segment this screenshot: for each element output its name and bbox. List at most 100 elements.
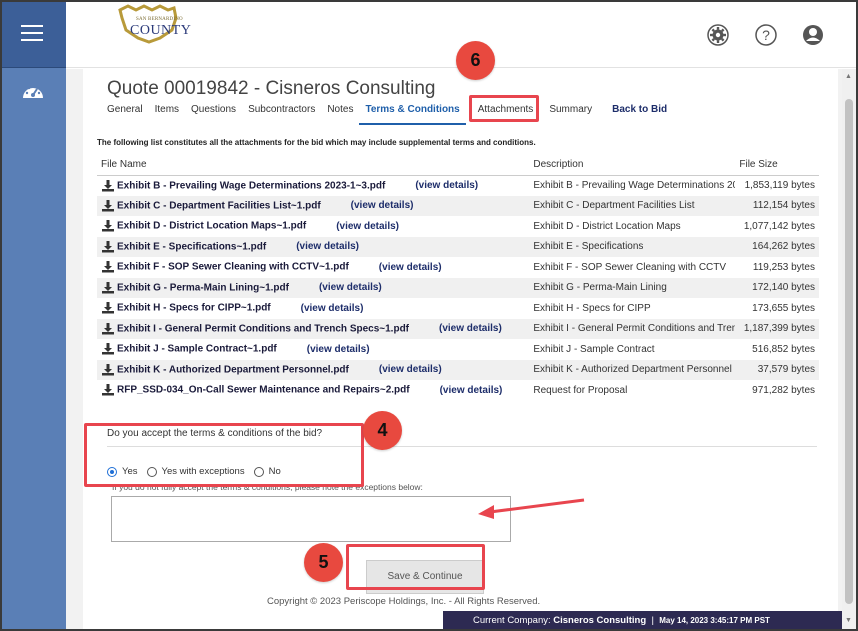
view-details-link[interactable]: (view details) [307,344,370,355]
download-icon[interactable] [101,199,115,212]
download-icon[interactable] [101,240,115,253]
file-name-link[interactable]: Exhibit F - SOP Sewer Cleaning with CCTV… [117,262,349,273]
county-logo[interactable]: SAN BERNARDINO COUNTY [114,4,192,44]
file-name-link[interactable]: Exhibit G - Perma-Main Lining~1.pdf [117,282,289,293]
table-header-row: File Name Description File Size [97,155,819,176]
settings-icon[interactable] [706,23,730,47]
col-description: Description [529,155,736,176]
view-details-link[interactable]: (view details) [439,323,502,334]
tab-questions[interactable]: Questions [185,103,242,125]
file-name-link[interactable]: Exhibit C - Department Facilities List~1… [117,200,321,211]
logo-big-text: COUNTY [130,23,192,38]
download-icon[interactable] [101,302,115,314]
hamburger-icon[interactable] [21,25,43,43]
file-name-link[interactable]: Exhibit D - District Location Maps~1.pdf [117,221,306,232]
download-icon[interactable] [101,261,115,273]
download-icon[interactable] [101,281,115,294]
callout-number: 6 [456,41,495,80]
dashboard-gauge-icon[interactable] [21,82,45,102]
description-cell: Exhibit H - Specs for CIPP [533,302,651,314]
tab-summary[interactable]: Summary [543,103,598,125]
tab-items[interactable]: Items [149,103,185,125]
highlight-attachments-tab [469,95,539,122]
page-title: Quote 00019842 - Cisneros Consulting [107,78,436,99]
file-size-cell: 1,077,142 bytes [743,220,815,232]
file-cell: Exhibit C - Department Facilities List~1… [97,195,530,216]
file-cell: Exhibit G - Perma-Main Lining~1.pdf (view… [97,277,530,298]
description-cell: Exhibit B - Prevailing Wage Determinatio… [533,180,735,191]
view-details-link[interactable]: (view details) [296,241,359,252]
copyright-text: Copyright © 2023 Periscope Holdings, Inc… [267,596,541,607]
view-details-link[interactable]: (view details) [415,180,478,191]
download-icon[interactable] [101,363,115,376]
scroll-down-icon[interactable]: ▼ [845,617,852,624]
file-cell: Exhibit F - SOP Sewer Cleaning with CCTV… [97,257,529,278]
arrow-pointer-icon [478,498,585,519]
view-details-link[interactable]: (view details) [351,200,414,211]
download-icon[interactable] [101,322,115,335]
description-cell: Exhibit J - Sample Contract [533,343,655,355]
company-label: Current Company: [473,615,551,626]
tab-notes[interactable]: Notes [321,103,359,125]
attachments-table: File Name Description File Size Exhibit … [97,155,819,401]
description-cell: Request for Proposal [533,384,628,396]
file-name-link[interactable]: Exhibit E - Specifications~1.pdf [117,241,266,252]
file-cell: Exhibit E - Specifications~1.pdf (view de… [97,236,530,257]
col-file-name: File Name [97,155,530,176]
file-name-link[interactable]: Exhibit K - Authorized Department Person… [117,364,349,375]
download-icon[interactable] [101,343,115,355]
file-cell: Exhibit J - Sample Contract~1.pdf (view d… [97,339,529,360]
user-avatar-icon[interactable] [801,23,825,47]
table-row: RFP_SSD-034_On-Call Sewer Maintenance an… [97,380,819,401]
exceptions-textarea[interactable] [111,496,511,542]
callout-number: 5 [304,543,343,582]
view-details-link[interactable]: (view details) [319,282,382,293]
description-cell: Exhibit I - General Permit Conditions an… [529,318,736,339]
description-cell: Exhibit G - Perma-Main Lining [529,277,736,298]
main-area: SAN BERNARDINO COUNTY ? Quote 00019842 -… [66,0,858,631]
menu-toggle-button[interactable] [0,0,66,68]
description-cell: Exhibit F - SOP Sewer Cleaning with CCTV [533,261,727,273]
highlight-terms-radios [84,423,364,487]
description-cell: Exhibit K - Authorized Department Person… [529,359,736,380]
download-icon[interactable] [101,220,115,232]
view-details-link[interactable]: (view details) [301,303,364,314]
description-cell: Exhibit E - Specifications [529,236,736,257]
tab-terms-conditions[interactable]: Terms & Conditions [359,103,466,125]
table-row: Exhibit D - District Location Maps~1.pdf… [97,216,819,237]
view-details-link[interactable]: (view details) [336,221,399,232]
table-row: Exhibit K - Authorized Department Person… [97,359,819,380]
back-to-bid-link[interactable]: Back to Bid [606,103,673,125]
file-name-link[interactable]: Exhibit J - Sample Contract~1.pdf [117,344,277,355]
file-name-link[interactable]: Exhibit I - General Permit Conditions an… [117,323,409,334]
file-size-cell: 119,253 bytes [752,261,815,273]
view-details-link[interactable]: (view details) [440,385,503,396]
download-icon[interactable] [101,179,115,192]
help-icon[interactable]: ? [754,23,778,47]
file-name-link[interactable]: Exhibit H - Specs for CIPP~1.pdf [117,303,271,314]
view-details-link[interactable]: (view details) [379,262,442,273]
description-cell: Exhibit D - District Location Maps [533,220,681,232]
file-name-link[interactable]: Exhibit B - Prevailing Wage Determinatio… [117,180,385,191]
file-cell: Exhibit B - Prevailing Wage Determinatio… [97,175,529,196]
logo-small-text: SAN BERNARDINO [136,17,183,22]
tab-subcontractors[interactable]: Subcontractors [242,103,321,125]
table-row: Exhibit E - Specifications~1.pdf (view de… [97,236,819,257]
view-details-link[interactable]: (view details) [379,364,442,375]
attachments-intro: The following list constitutes all the a… [97,138,536,147]
tab-bar: General Items Questions Subcontractors N… [101,103,673,125]
file-size-cell: 172,140 bytes [735,277,819,298]
scrollbar-thumb[interactable] [845,99,853,604]
file-size-cell: 1,187,399 bytes [735,318,819,339]
file-name-link[interactable]: RFP_SSD-034_On-Call Sewer Maintenance an… [117,385,410,396]
file-size-cell: 1,853,119 bytes [744,180,815,191]
sidebar [0,0,66,631]
download-icon[interactable] [101,384,115,396]
tab-general[interactable]: General [101,103,149,125]
table-row: Exhibit G - Perma-Main Lining~1.pdf (view… [97,277,819,298]
table-row: Exhibit J - Sample Contract~1.pdf (view d… [97,339,819,360]
file-cell: Exhibit D - District Location Maps~1.pdf… [97,216,529,237]
vertical-scrollbar[interactable]: ▲ ▼ [842,69,856,631]
file-size-cell: 112,154 bytes [735,195,819,216]
scroll-up-icon[interactable]: ▲ [845,73,852,80]
